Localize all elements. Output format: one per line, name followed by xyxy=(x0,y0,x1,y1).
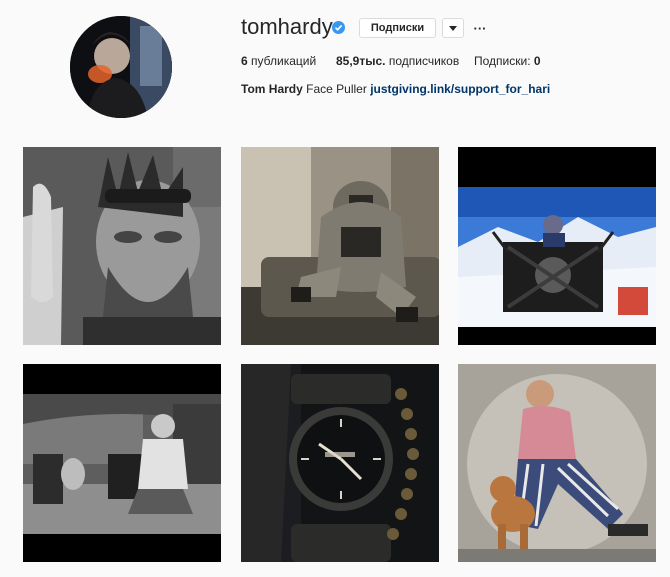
post-thumbnail[interactable] xyxy=(23,364,221,562)
bio-full-name: Tom Hardy xyxy=(241,82,303,96)
profile-bio: Tom Hardy Face Puller justgiving.link/su… xyxy=(241,82,550,96)
ellipsis-icon: ··· xyxy=(473,20,487,36)
post-image xyxy=(241,364,439,562)
post-thumbnail[interactable] xyxy=(458,147,656,345)
post-image xyxy=(241,147,439,345)
posts-count-value: 6 xyxy=(241,54,248,68)
post-image xyxy=(23,364,221,562)
following-count-value: 0 xyxy=(533,54,541,68)
followers-count-label: подписчиков xyxy=(388,54,460,68)
profile-username: tomhardy xyxy=(241,14,333,39)
posts-count: 6 публикаций xyxy=(241,54,316,68)
avatar-image xyxy=(70,16,172,118)
post-thumbnail[interactable] xyxy=(241,147,439,345)
followers-count-value: 85,9тыс. xyxy=(336,54,386,68)
bio-text: Face Puller xyxy=(306,82,367,96)
post-thumbnail[interactable] xyxy=(23,147,221,345)
post-image xyxy=(458,364,656,562)
following-button[interactable]: Подписки xyxy=(359,18,436,38)
following-count-label: Подписки: xyxy=(474,54,531,68)
post-thumbnail[interactable] xyxy=(241,364,439,562)
post-thumbnail[interactable] xyxy=(458,364,656,562)
followers-link[interactable]: 85,9тыс. подписчиков xyxy=(336,54,459,68)
profile-avatar[interactable] xyxy=(70,16,172,118)
post-image xyxy=(23,147,221,345)
post-image xyxy=(458,147,656,345)
bio-external-link[interactable]: justgiving.link/support_for_hari xyxy=(370,82,550,96)
posts-count-label: публикаций xyxy=(251,54,317,68)
suggestions-dropdown-button[interactable] xyxy=(442,18,464,38)
more-options-button[interactable]: ··· xyxy=(470,18,490,38)
following-link[interactable]: Подписки: 0 xyxy=(474,54,541,68)
chevron-down-icon xyxy=(449,25,457,31)
verified-badge-icon xyxy=(332,21,345,34)
